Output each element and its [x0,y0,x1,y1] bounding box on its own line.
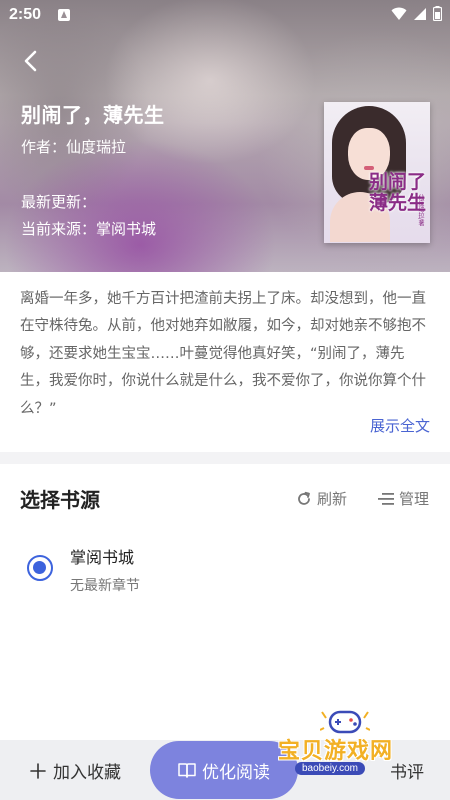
source-radio-selected[interactable] [27,555,53,581]
add-bookshelf-label: 加入收藏 [53,763,121,783]
show-all-link[interactable]: 展示全文 [370,415,430,436]
source-name: 掌阅书城 [70,548,135,567]
cover-title-line2: 薄先生 [368,192,426,214]
source-item[interactable]: 掌阅书城 无最新章节 [0,534,450,604]
cover-author: 仙度瑞拉/著 [417,194,424,227]
cover-illustration-lips [364,166,374,170]
source-status: 无最新章节 [70,578,140,594]
book-cover[interactable]: 别闹了 薄先生 仙度瑞拉/著 [324,102,430,243]
cover-title-line1: 别闹了 [368,171,426,193]
summary-panel: 离婚一年多，她千方百计把渣前夫拐上了床。却没想到，他一直在守株待兔。从前，他对她… [0,272,450,452]
manage-label: 管理 [399,490,430,508]
refresh-label: 刷新 [317,490,348,508]
back-button[interactable] [16,46,46,76]
battery-icon [433,6,442,21]
watermark-url: baobeiy.com [295,762,365,775]
wifi-icon [391,7,407,20]
book-title: 别闹了，薄先生 [21,103,165,127]
section-title: 选择书源 [20,488,100,512]
watermark: 宝贝游戏网 baobeiy.com [272,706,422,782]
latest-update: 最新更新： [21,193,97,211]
app-notification-icon [58,9,70,21]
status-bar: 2:50 [0,0,450,32]
open-book-icon [178,763,196,778]
status-icons [391,6,442,21]
cover-title: 别闹了 薄先生 [340,172,426,214]
refresh-button[interactable]: 刷新 [296,488,347,509]
cell-signal-icon [414,7,426,20]
manage-button[interactable]: 管理 [378,488,429,509]
watermark-text: 宝贝游戏网 [278,739,394,764]
summary-text: 离婚一年多，她千方百计把渣前夫拐上了床。却没想到，他一直在守株待兔。从前，他对她… [20,291,426,417]
current-source: 当前来源：掌阅书城 [21,220,157,238]
status-time: 2:50 [9,6,42,23]
read-label: 优化阅读 [202,762,270,783]
manage-list-icon [378,492,394,505]
book-info: 别闹了，薄先生 作者：仙度瑞拉 最新更新： 当前来源：掌阅书城 [21,100,165,239]
refresh-icon [298,491,310,505]
gamepad-logo-icon [320,710,370,734]
add-bookshelf-button[interactable]: 加入收藏 [30,758,121,783]
plus-icon [30,762,46,779]
book-author: 作者：仙度瑞拉 [21,138,127,156]
back-arrow-icon [24,50,37,72]
